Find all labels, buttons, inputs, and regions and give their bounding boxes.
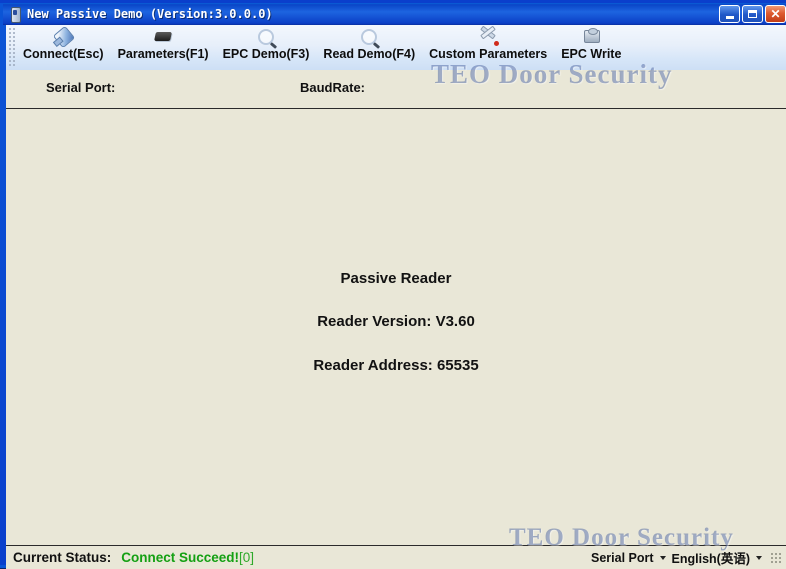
connection-bar: [6, 70, 786, 109]
toolbar-button-epc-write[interactable]: EPC Write: [554, 25, 628, 70]
toolbar-button-epc-demo[interactable]: EPC Demo(F3): [216, 25, 317, 70]
magnifier-icon: [358, 27, 380, 46]
client-area: Serial Port: COM1 BaudRate: 9600 Connect…: [6, 70, 786, 545]
baudrate-label: BaudRate:: [300, 80, 366, 95]
status-port-mode-select[interactable]: Serial Port: [591, 551, 666, 565]
toolbar-label-read-demo: Read Demo(F4): [323, 47, 416, 61]
toolbar-button-custom-parameters[interactable]: Custom Parameters: [422, 25, 554, 70]
chevron-down-icon: [659, 555, 666, 560]
maximize-icon: [748, 10, 757, 18]
status-value: Connect Succeed![0]: [121, 550, 254, 565]
reader-info-panel: Passive Reader Reader Version: V3.60 Rea…: [6, 109, 786, 545]
status-label: Current Status:: [13, 550, 112, 565]
status-bar-right: Serial Port English(英语): [591, 546, 782, 569]
wrench-icon: [477, 27, 500, 46]
plug-icon: [52, 25, 76, 49]
toolbar-label-custom-parameters: Custom Parameters: [429, 47, 548, 61]
toolbar-button-parameters[interactable]: Parameters(F1): [111, 25, 216, 70]
chevron-down-icon: [756, 555, 762, 560]
status-language-select[interactable]: English(英语): [672, 548, 762, 567]
window-title: New Passive Demo (Version:3.0.0.0): [27, 7, 273, 21]
close-icon: ✕: [770, 7, 781, 21]
status-bar: Current Status: Connect Succeed![0] Seri…: [6, 545, 786, 569]
minimize-button[interactable]: [719, 5, 740, 23]
toolbar-label-epc-demo: EPC Demo(F3): [222, 47, 310, 61]
status-language-label: English(英语): [671, 552, 750, 566]
reader-version: Reader Version: V3.60: [317, 313, 475, 330]
status-message: Connect Succeed!: [121, 550, 240, 565]
main-toolbar: Connect(Esc) Parameters(F1) EPC Demo(F3)…: [6, 25, 786, 71]
rfid-tag-icon: [7, 6, 23, 23]
status-count: [0]: [239, 550, 255, 565]
toolbar-label-epc-write: EPC Write: [561, 47, 622, 61]
reader-address: Reader Address: 65535: [313, 357, 479, 374]
toolbar-drag-handle[interactable]: [8, 27, 16, 67]
toolbar-button-read-demo[interactable]: Read Demo(F4): [316, 25, 422, 70]
chip-icon: [152, 27, 174, 46]
maximize-button[interactable]: [742, 5, 763, 23]
disk-icon: [580, 27, 602, 46]
serial-port-label: Serial Port:: [46, 80, 116, 95]
application-window: New Passive Demo (Version:3.0.0.0) ✕ Con…: [0, 0, 786, 569]
toolbar-label-parameters: Parameters(F1): [117, 47, 209, 61]
close-button[interactable]: ✕: [765, 5, 786, 23]
window-resize-grip[interactable]: [770, 551, 782, 564]
reader-title: Passive Reader: [340, 270, 452, 287]
minimize-icon: [725, 16, 734, 19]
window-controls: ✕: [719, 5, 786, 23]
toolbar-label-connect: Connect(Esc): [23, 47, 104, 61]
status-port-mode-label: Serial Port: [591, 550, 654, 565]
title-bar: New Passive Demo (Version:3.0.0.0) ✕: [3, 3, 786, 25]
toolbar-button-connect[interactable]: Connect(Esc): [16, 25, 111, 70]
magnifier-icon: [255, 27, 277, 46]
